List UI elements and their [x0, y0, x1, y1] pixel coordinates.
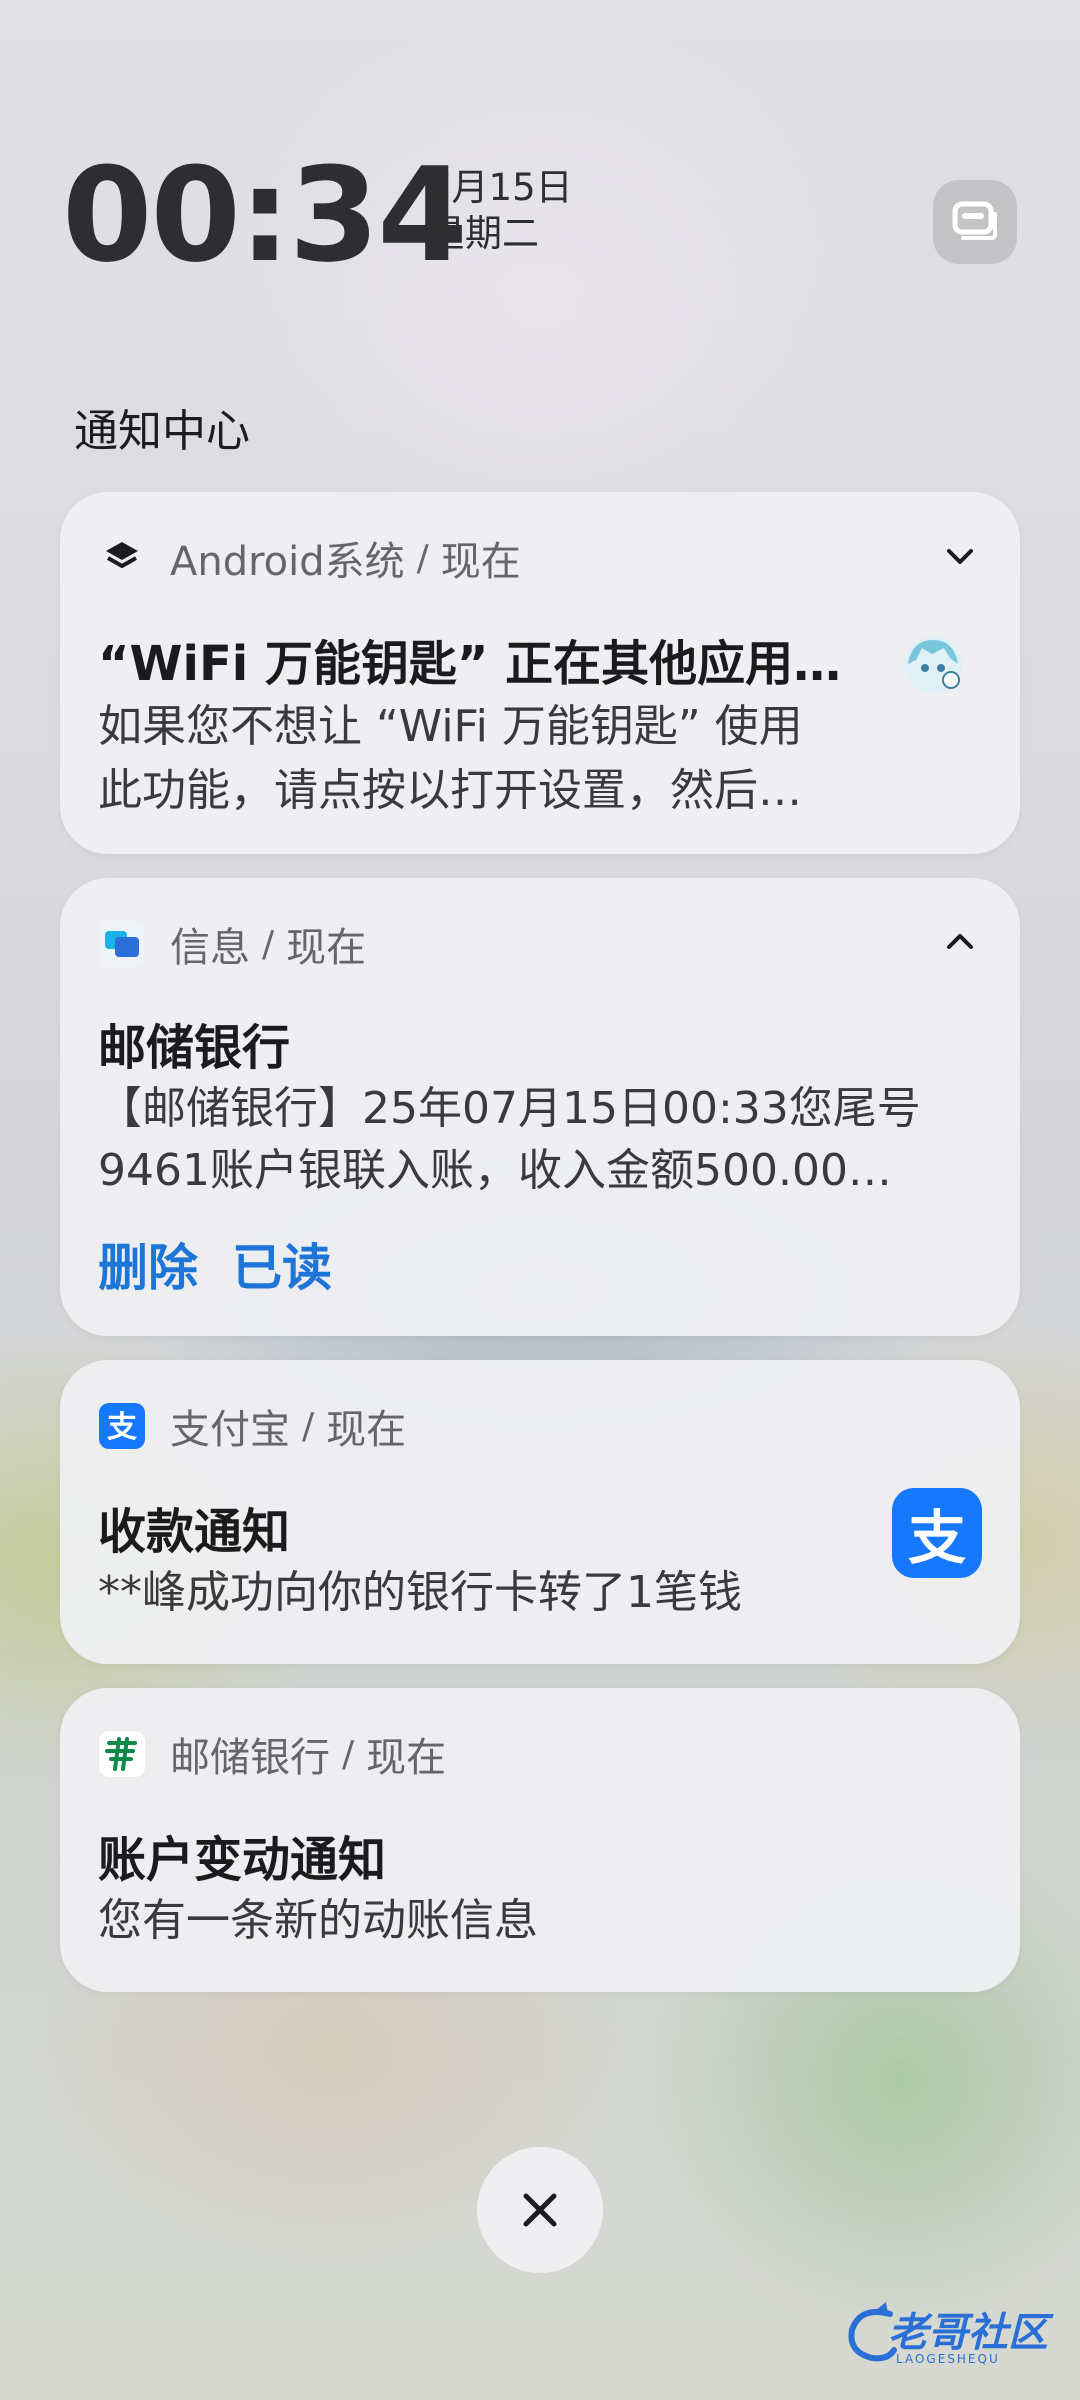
notification-header: Android系统 / 现在: [98, 528, 521, 588]
chevron-down-icon[interactable]: [942, 538, 978, 574]
notification-time: 现在: [440, 539, 521, 585]
separator: /: [416, 537, 429, 579]
notification-body-line: **峰成功向你的银行卡转了1笔钱: [98, 1567, 742, 1618]
separator: /: [302, 1405, 315, 1447]
notification-body-line: 如果您不想让 “WiFi 万能钥匙” 使用: [98, 701, 803, 752]
clear-all-button[interactable]: [477, 2147, 603, 2273]
lockscreen-date: 7月15日: [428, 166, 573, 209]
card-stack-icon: [952, 201, 997, 240]
app-name: 邮储银行: [170, 1735, 330, 1781]
watermark-subtext: LAOGESHEQU: [896, 2352, 1000, 2366]
lockscreen-weekday: 星期二: [428, 212, 539, 255]
lockscreen-date-block: 7月15日 星期二: [428, 165, 573, 257]
mark-read-button[interactable]: 已读: [232, 1228, 332, 1300]
watermark: 老哥社区 LAOGESHEQU: [840, 2300, 1070, 2380]
anime-avatar-thumbnail: [902, 634, 964, 696]
separator: /: [262, 923, 275, 965]
notification-body-line: 【邮储银行】25年07月15日00:33您尾号: [98, 1083, 921, 1134]
notification-time: 现在: [366, 1735, 447, 1781]
notification-actions: 删除 已读: [98, 1228, 332, 1300]
chevron-up-icon[interactable]: [942, 924, 978, 960]
notification-body-line: 您有一条新的动账信息: [98, 1895, 538, 1946]
alipay-large-icon: 支: [892, 1488, 982, 1578]
watermark-text: 老哥社区: [888, 2310, 1048, 2356]
app-name: Android系统: [170, 539, 405, 585]
notification-style-toggle-button[interactable]: [933, 180, 1017, 264]
notification-card-messages[interactable]: 信息 / 现在 邮储银行 【邮储银行】25年07月15日00:33您尾号 946…: [60, 878, 1020, 1336]
notification-time: 现在: [326, 1407, 407, 1453]
messages-icon: [98, 920, 146, 968]
notification-header: 邮储银行 / 现在: [98, 1724, 446, 1784]
notification-title: “WiFi 万能钥匙” 正在其他应用…: [98, 636, 842, 692]
notification-title: 收款通知: [98, 1504, 291, 1560]
notification-card-android[interactable]: Android系统 / 现在 “WiFi 万能钥匙” 正在其他应用… 如果您不想…: [60, 492, 1020, 854]
notification-title: 账户变动通知: [98, 1832, 387, 1888]
notification-body-line: 此功能，请点按以打开设置，然后…: [98, 765, 802, 816]
app-name: 支付宝: [170, 1407, 290, 1453]
app-name: 信息: [170, 925, 250, 971]
psbc-icon: [98, 1730, 146, 1778]
notification-header: 支 支付宝 / 现在: [98, 1396, 406, 1456]
lockscreen-clock: 00:34: [62, 139, 468, 291]
alipay-icon: 支: [98, 1402, 146, 1450]
close-icon: [523, 2193, 557, 2227]
notification-body-line: 9461账户银联入账，收入金额500.00…: [98, 1145, 892, 1196]
notification-center-title: 通知中心: [74, 406, 250, 457]
delete-button[interactable]: 删除: [98, 1228, 198, 1300]
separator: /: [342, 1733, 355, 1775]
layers-icon: [98, 534, 146, 582]
notification-title: 邮储银行: [98, 1020, 291, 1076]
notification-header: 信息 / 现在: [98, 914, 366, 974]
alipay-glyph: 支: [907, 1504, 966, 1572]
notification-time: 现在: [286, 925, 367, 971]
notification-card-psbc[interactable]: 邮储银行 / 现在 账户变动通知 您有一条新的动账信息: [60, 1688, 1020, 1992]
svg-text:支: 支: [107, 1410, 137, 1445]
notification-card-alipay[interactable]: 支 支付宝 / 现在 收款通知 **峰成功向你的银行卡转了1笔钱 支: [60, 1360, 1020, 1664]
